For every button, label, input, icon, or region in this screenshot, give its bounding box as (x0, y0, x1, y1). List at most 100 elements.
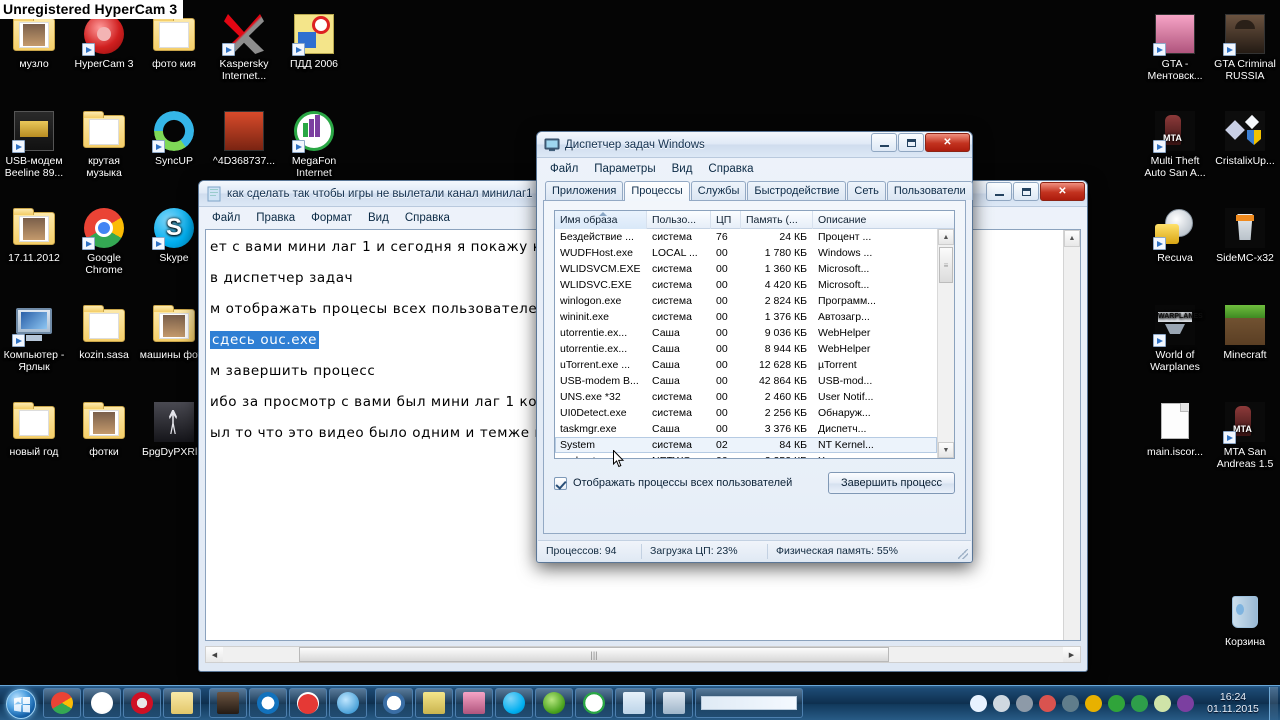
table-row[interactable]: winlogon.exe система 00 2 824 КБ Программ... (555, 293, 937, 309)
taskmgr-close-button[interactable]: ✕ (925, 133, 970, 152)
gta-taskbar-icon[interactable] (209, 688, 247, 718)
system-tray[interactable]: 16:24 01.11.2015 (967, 686, 1280, 720)
dell-taskbar-icon[interactable] (249, 688, 287, 718)
notepad-horizontal-scrollbar[interactable]: ◀ ||| ▶ (205, 646, 1081, 663)
desktop-icon-mta-san-andreas-1-5[interactable]: MTA MTA San Andreas 1.5 (1210, 400, 1280, 470)
start-button[interactable] (2, 687, 42, 720)
desktop-icon-usb-модем-beeline-89[interactable]: USB-модем Beeline 89... (0, 109, 69, 179)
tray-warning-icon[interactable] (1085, 694, 1102, 712)
taskbar-items[interactable] (42, 688, 804, 718)
desktop-icon-syncup[interactable]: SyncUP (139, 109, 209, 168)
notepad-close-button[interactable]: ✕ (1040, 182, 1085, 201)
table-row[interactable]: UNS.exe *32 система 00 2 460 КБ User Notif..… (555, 389, 937, 405)
tray-eject-icon[interactable] (1016, 694, 1033, 712)
table-row[interactable]: System система 02 84 КБ NT Kernel... (555, 437, 937, 453)
tray-flag-icon[interactable] (1039, 694, 1056, 712)
column-header-1[interactable]: Пользо... (647, 211, 711, 229)
megafon-taskbar-icon[interactable] (575, 688, 613, 718)
desktop-icon-minecraft[interactable]: Minecraft (1210, 303, 1280, 362)
tray-device-icon[interactable] (1062, 694, 1079, 712)
scroll-left-icon[interactable]: ◀ (206, 647, 223, 662)
taskmgr-menu-файл[interactable]: Файл (543, 161, 585, 177)
notepad-maximize-button[interactable] (1013, 182, 1039, 201)
taskmgr-menubar[interactable]: Файл Параметры Вид Справка (537, 158, 972, 179)
hscroll-thumb[interactable]: ||| (299, 647, 889, 662)
desktop-icon-kozin-sasa[interactable]: kozin.sasa (69, 303, 139, 362)
desktop-icon-sidemc-x32[interactable]: SideMC-x32 (1210, 206, 1280, 265)
column-header-0[interactable]: Имя образа (555, 211, 647, 229)
desktop-icon-megafon-internet[interactable]: MegaFon Internet (279, 109, 349, 179)
eyes-taskbar-icon[interactable] (375, 688, 413, 718)
table-row[interactable]: WLIDSVC.EXE система 00 4 420 КБ Microsoft... (555, 277, 937, 293)
taskmgr-maximize-button[interactable] (898, 133, 924, 152)
desktop-icon-17-11-2012[interactable]: 17.11.2012 (0, 206, 69, 265)
taskmgr-taskbar-icon[interactable] (655, 688, 693, 718)
process-table[interactable]: Имя образа Пользо... ЦП Память (... Описание… (554, 210, 955, 459)
tab-службы[interactable]: Службы (690, 181, 747, 200)
show-all-users-checkbox[interactable] (554, 476, 567, 490)
desktop-icon-main-iscor[interactable]: main.iscor... (1140, 400, 1210, 459)
tray-leaf-icon[interactable] (1154, 694, 1171, 712)
scroll-right-icon[interactable]: ▶ (1063, 647, 1080, 662)
end-process-button[interactable]: Завершить процесс (828, 472, 955, 494)
tab-быстродействие[interactable]: Быстродействие (747, 181, 847, 200)
notepad-menu-правка[interactable]: Правка (249, 210, 302, 226)
table-row[interactable]: uTorrent.exe ... Саша 00 12 628 КБ µTorrent (555, 357, 937, 373)
table-row[interactable]: USB-modem B... Саша 00 42 864 КБ USB-mod... (555, 373, 937, 389)
taskbar[interactable]: 16:24 01.11.2015 (0, 685, 1280, 720)
opera-taskbar-icon[interactable] (123, 688, 161, 718)
table-row[interactable]: utorrentie.ex... Саша 00 9 036 КБ WebHelper (555, 325, 937, 341)
taskmgr-titlebar[interactable]: Диспетчер задач Windows ✕ (537, 132, 972, 158)
desktop-icon-фотки[interactable]: фотки (69, 400, 139, 459)
taskmgr-tabstrip[interactable]: Приложения Процессы Службы Быстродействие Се… (543, 181, 973, 201)
tray-check-icon[interactable] (1108, 694, 1125, 712)
desktop-icon-world-of-warplanes[interactable]: WARPLANES World of Warplanes (1140, 303, 1210, 373)
process-list-scrollbar[interactable]: ▲ ≡ ▼ (937, 229, 954, 458)
notepad-menu-вид[interactable]: Вид (361, 210, 396, 226)
scroll-down-icon[interactable]: ▼ (938, 442, 954, 458)
process-table-header[interactable]: Имя образа Пользо... ЦП Память (... Описание (555, 211, 954, 229)
column-header-4[interactable]: Описание (813, 211, 954, 229)
tray-green-icon[interactable] (1131, 694, 1148, 712)
table-row[interactable]: taskmgr.exe Саша 00 3 376 КБ Диспетч... (555, 421, 937, 437)
column-header-3[interactable]: Память (... (741, 211, 813, 229)
notepad-vertical-scrollbar[interactable]: ▲ (1063, 230, 1080, 640)
desktop-icon-пдд-2006[interactable]: ПДД 2006 (279, 12, 349, 71)
tray-purple-icon[interactable] (1177, 694, 1194, 712)
table-row[interactable]: Бездействие ... система 76 24 КБ Процент ... (555, 229, 937, 245)
notepad-minimize-button[interactable] (986, 182, 1012, 201)
scroll-up-icon[interactable]: ▲ (938, 229, 954, 245)
desktop-icon-музло[interactable]: музло (0, 12, 69, 71)
notepad-window-buttons[interactable]: ✕ (986, 182, 1085, 201)
desktop-icon-google-chrome[interactable]: Google Chrome (69, 206, 139, 276)
ie-taskbar-icon[interactable] (329, 688, 367, 718)
taskmgr-menu-параметры[interactable]: Параметры (587, 161, 662, 177)
skype-taskbar-icon[interactable] (495, 688, 533, 718)
table-row[interactable]: WUDFHost.exe LOCAL ... 00 1 780 КБ Windows .… (555, 245, 937, 261)
pdd-taskbar-icon[interactable] (415, 688, 453, 718)
desktop-icon-4d368737[interactable]: ^4D368737... (209, 109, 279, 168)
desktop-icon-компьютер-ярлык[interactable]: Компьютер - Ярлык (0, 303, 69, 373)
desktop-icon-корзина[interactable]: Корзина (1210, 590, 1280, 649)
desktop-icon-gta-criminal-russia[interactable]: GTA Criminal RUSSIA (1210, 12, 1280, 82)
scroll-up-icon[interactable]: ▲ (1064, 230, 1080, 247)
taskmgr-minimize-button[interactable] (871, 133, 897, 152)
desktop-icon-gta-ментовск[interactable]: GTA - Ментовск... (1140, 12, 1210, 82)
desktop-icon-multi-theft-auto-san-a[interactable]: MTA Multi Theft Auto San A... (1140, 109, 1210, 179)
notepad-menu-файл[interactable]: Файл (205, 210, 247, 226)
table-row[interactable]: UI0Detect.exe система 00 2 256 КБ Обнаруж... (555, 405, 937, 421)
desktop-icon-kaspersky-internet[interactable]: Kaspersky Internet... (209, 12, 279, 82)
active-window-taskbar-button[interactable] (695, 688, 803, 718)
desktop-icon-крутая-музыка[interactable]: крутая музыка (69, 109, 139, 179)
tray-volume-icon[interactable] (970, 694, 987, 712)
tab-пользователи[interactable]: Пользователи (886, 181, 973, 200)
resize-grip[interactable] (958, 549, 968, 559)
taskmgr-window-buttons[interactable]: ✕ (871, 133, 970, 152)
table-row[interactable]: wininit.exe система 00 1 376 КБ Автозагр... (555, 309, 937, 325)
taskbar-clock[interactable]: 16:24 01.11.2015 (1197, 691, 1269, 715)
desktop-icon-cristalixup[interactable]: CristalixUp... (1210, 109, 1280, 168)
taskmgr-menu-вид[interactable]: Вид (665, 161, 700, 177)
utorrent-taskbar-icon[interactable] (535, 688, 573, 718)
table-row[interactable]: utorrentie.ex... Саша 00 8 944 КБ WebHelper (555, 341, 937, 357)
desktop-icon-recuva[interactable]: Recuva (1140, 206, 1210, 265)
